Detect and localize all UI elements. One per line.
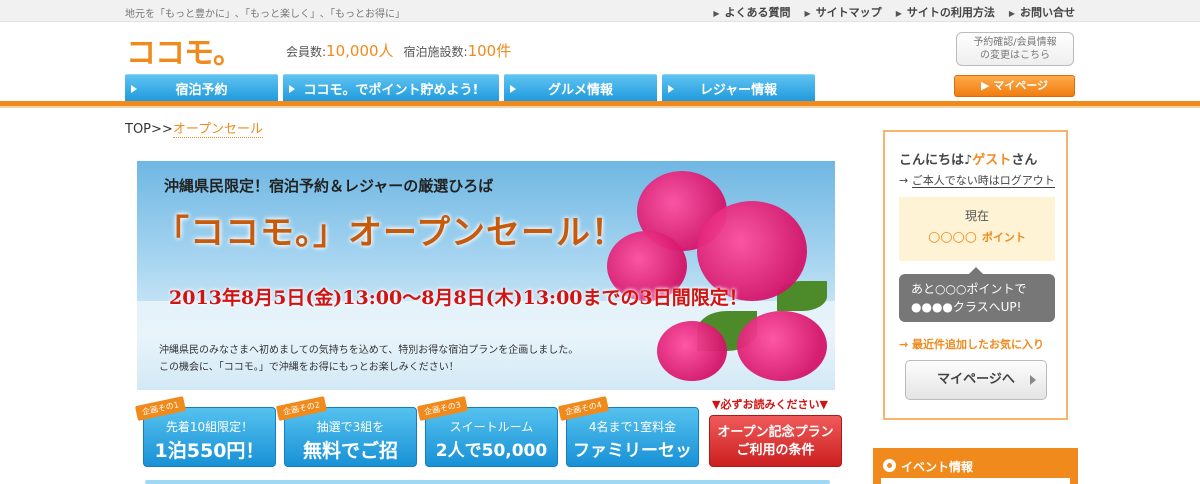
bullet-icon: [883, 459, 896, 472]
site-tagline: 地元を「もっと豊かに」､「もっと楽しく」､「もっとお得に」: [125, 9, 405, 20]
flower-decoration: [657, 321, 727, 381]
read-notice: ▼必ずお読みください▼: [712, 398, 828, 411]
chevron-right-icon: [1030, 375, 1036, 385]
site-stats: 会員数:10,000人 宿泊施設数:100件: [286, 40, 511, 61]
triangle-icon: [131, 85, 137, 93]
guest-name: ゲスト: [972, 153, 1012, 168]
banner-date: 2013年8月5日(金)13:00〜8月8日(木)13:00までの3日間限定！: [169, 287, 748, 309]
section-divider: [145, 480, 830, 484]
mypage-button[interactable]: マイページへ: [905, 360, 1047, 400]
top-utility-bar: 地元を「もっと豊かに」､「もっと楽しく」､「もっとお得に」 ▶ よくある質問 ▶ サ…: [0, 0, 1200, 22]
utility-links: ▶ よくある質問 ▶ サイトマップ ▶ サイトの利用方法 ▶ お問い合せ: [713, 4, 1075, 20]
contact-link[interactable]: ▶ お問い合せ: [1009, 4, 1075, 20]
greeting: こんにちは♪ゲストさん: [899, 153, 1038, 168]
header-divider-light: [0, 106, 1200, 108]
main-nav: 宿泊予約 ココモ。でポイント貯めよう! グルメ情報 レジャー情報: [125, 74, 815, 102]
triangle-icon: [668, 85, 674, 93]
banner-body: 沖縄県民のみなさまへ初めましての気持ちを込めて、特別お得な宿泊プランを企画しまし…: [159, 345, 579, 373]
flower-decoration: [737, 311, 827, 381]
arrow-icon: ▶: [895, 9, 902, 18]
campaign-2-button[interactable]: 企画その2 抽選で3組を 無料でご招待！: [275, 396, 417, 484]
nav-points[interactable]: ココモ。でポイント貯めよう!: [283, 74, 499, 102]
members-stat: 会員数:10,000人: [286, 42, 394, 60]
campaign-1-button[interactable]: 企画その1 先着10組限定！ 1泊550円！: [134, 396, 276, 467]
members-count: 10,000人: [326, 42, 394, 60]
logout-link[interactable]: → ご本人でない時はログアウト: [899, 172, 1055, 188]
triangle-icon: [289, 85, 295, 93]
arrow-right-icon: →: [899, 174, 909, 187]
banner-subtitle: 沖縄県民限定！宿泊予約＆レジャーの厳選ひろば: [164, 177, 494, 195]
breadcrumb-current: オープンセール: [172, 122, 264, 138]
mypage-header-button[interactable]: ▶ マイページ: [954, 75, 1075, 97]
triangle-icon: [510, 85, 516, 93]
usage-guide-link[interactable]: ▶ サイトの利用方法: [896, 4, 995, 20]
arrow-icon: ▶: [713, 9, 720, 18]
event-panel: [881, 478, 1070, 484]
campaign-buttons: 企画その1 先着10組限定！ 1泊550円！ 企画その2 抽選で3組を 無料でご…: [134, 396, 699, 484]
nav-gourmet[interactable]: グルメ情報: [504, 74, 657, 102]
conditions-button[interactable]: オープン記念プラン ご利用の条件: [709, 415, 842, 467]
nav-leisure[interactable]: レジャー情報: [662, 74, 815, 102]
arrow-icon: ▶: [804, 9, 811, 18]
points-box: 現在 ○○○○ ポイント: [899, 197, 1055, 261]
facilities-count: 100件: [467, 42, 512, 60]
breadcrumb-home[interactable]: TOP: [125, 122, 151, 137]
points-value: ○○○○ ポイント: [928, 229, 1026, 245]
arrow-icon: ▶: [1008, 9, 1015, 18]
open-sale-banner: 沖縄県民限定！宿泊予約＆レジャーの厳選ひろば 「ココモ。」オープンセール！ 20…: [137, 161, 835, 390]
nav-lodging[interactable]: 宿泊予約: [125, 74, 278, 102]
member-sidebar: こんにちは♪ゲストさん → ご本人でない時はログアウト 現在 ○○○○ ポイント…: [883, 130, 1068, 420]
account-info-button[interactable]: 予約確認/会員情報 の変更はこちら: [956, 32, 1074, 66]
banner-title: 「ココモ。」オープンセール！: [155, 213, 626, 253]
site-logo[interactable]: ココモ。: [126, 28, 243, 72]
breadcrumb: TOP>>オープンセール: [125, 122, 264, 138]
faq-link[interactable]: ▶ よくある質問: [713, 4, 790, 20]
event-info-header[interactable]: イベント情報: [873, 448, 1078, 484]
class-up-bubble: あと○○○ポイントで ●●●●クラスへUP!: [899, 267, 1055, 322]
recent-favorites-link[interactable]: → 最近件追加したお気に入り: [899, 336, 1044, 352]
facilities-stat: 宿泊施設数:100件: [403, 42, 512, 60]
campaign-3-button[interactable]: 企画その3 スイートルーム 2人で50,000円！: [416, 396, 558, 484]
campaign-4-button[interactable]: 企画その4 4名まで1室料金 ファミリーセット: [557, 396, 699, 484]
sitemap-link[interactable]: ▶ サイトマップ: [805, 4, 882, 20]
